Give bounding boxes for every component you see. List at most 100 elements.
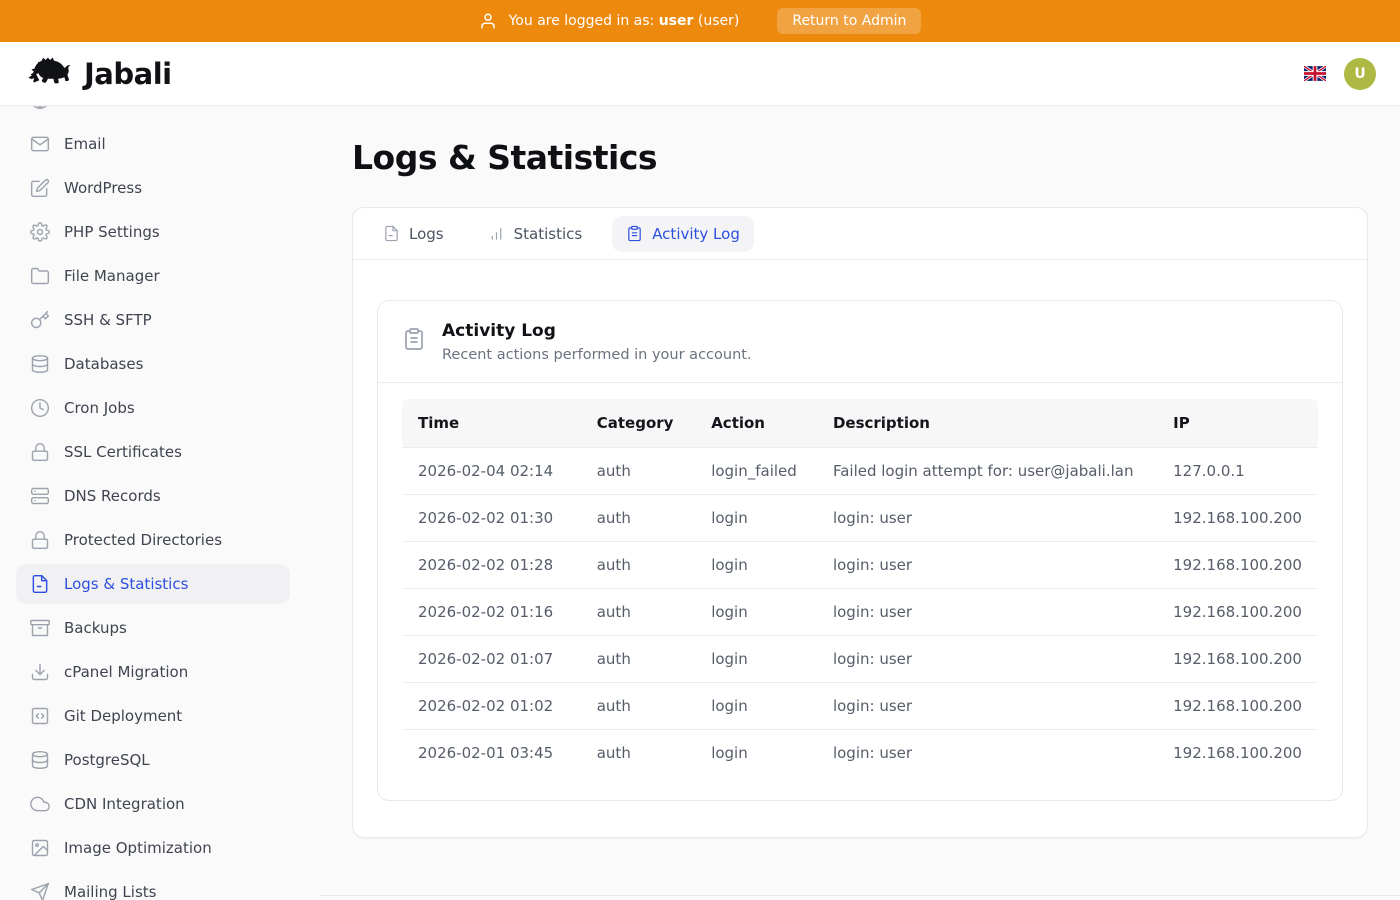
lock-icon [30, 442, 50, 462]
table-row: 2026-02-02 01:02authloginlogin: user192.… [402, 683, 1318, 730]
column-header-description: Description [817, 399, 1157, 448]
sidebar-item-label: Git Deployment [64, 707, 182, 725]
file-text-icon [383, 225, 400, 242]
tab-label: Logs [409, 225, 444, 243]
sidebar-item-ssl-certificates[interactable]: SSL Certificates [16, 432, 290, 472]
sidebar-item-label: File Manager [64, 267, 160, 285]
uk-flag-icon[interactable] [1304, 66, 1326, 81]
sidebar-item-label: Image Optimization [64, 839, 212, 857]
return-to-admin-button[interactable]: Return to Admin [777, 8, 921, 34]
sidebar-item-label: Backups [64, 619, 127, 637]
cell-time: 2026-02-02 01:16 [402, 589, 581, 636]
cell-description: login: user [817, 589, 1157, 636]
logs-card: LogsStatisticsActivity Log Activity Log … [352, 207, 1368, 838]
sidebar-item-dns-records[interactable]: DNS Records [16, 476, 290, 516]
sidebar-item-label: CDN Integration [64, 795, 185, 813]
file-text-icon [30, 574, 50, 594]
sidebar-item-logs-statistics[interactable]: Logs & Statistics [16, 564, 290, 604]
bar-chart-icon [488, 225, 505, 242]
sidebar-item-label: PostgreSQL [64, 751, 150, 769]
sidebar-item-label: Email [64, 135, 106, 153]
table-row: 2026-02-02 01:30authloginlogin: user192.… [402, 495, 1318, 542]
cell-description: login: user [817, 495, 1157, 542]
database-icon [30, 750, 50, 770]
brand-logo[interactable]: Jabali [26, 54, 172, 94]
cell-time: 2026-02-04 02:14 [402, 448, 581, 495]
cell-action: login [695, 495, 817, 542]
cell-time: 2026-02-01 03:45 [402, 730, 581, 777]
cell-category: auth [581, 495, 695, 542]
table-row: 2026-02-04 02:14authlogin_failedFailed l… [402, 448, 1318, 495]
avatar[interactable]: U [1344, 58, 1376, 90]
cell-category: auth [581, 636, 695, 683]
sidebar-item-postgresql[interactable]: PostgreSQL [16, 740, 290, 780]
tab-bar: Logs Statistics Activity Log [353, 208, 1367, 260]
image-icon [30, 838, 50, 858]
sidebar-item-php-settings[interactable]: PHP Settings [16, 212, 290, 252]
clock-icon [30, 398, 50, 418]
sidebar-item-git-deployment[interactable]: Git Deployment [16, 696, 290, 736]
cell-description: login: user [817, 636, 1157, 683]
tab-statistics[interactable]: Statistics [474, 216, 597, 252]
cell-description: login: user [817, 542, 1157, 589]
sidebar-item-hidden-item[interactable] [16, 106, 290, 120]
sidebar-item-label: Databases [64, 355, 143, 373]
user-icon [479, 12, 497, 30]
mail-icon [30, 134, 50, 154]
cell-category: auth [581, 448, 695, 495]
cell-time: 2026-02-02 01:30 [402, 495, 581, 542]
edit-icon [30, 178, 50, 198]
cell-time: 2026-02-02 01:28 [402, 542, 581, 589]
table-row: 2026-02-02 01:07authloginlogin: user192.… [402, 636, 1318, 683]
sidebar-item-protected-directories[interactable]: Protected Directories [16, 520, 290, 560]
sidebar-item-label: DNS Records [64, 487, 161, 505]
database-icon [30, 354, 50, 374]
cell-time: 2026-02-02 01:02 [402, 683, 581, 730]
sidebar-item-label: Protected Directories [64, 531, 222, 549]
sidebar-item-label: cPanel Migration [64, 663, 188, 681]
cell-action: login [695, 589, 817, 636]
activity-log-table: TimeCategoryActionDescriptionIP 2026-02-… [402, 399, 1318, 776]
sidebar-item-cpanel-migration[interactable]: cPanel Migration [16, 652, 290, 692]
lock-icon [30, 530, 50, 550]
cell-action: login_failed [695, 448, 817, 495]
panel-title: Activity Log [442, 321, 752, 341]
download-icon [30, 662, 50, 682]
sidebar-item-file-manager[interactable]: File Manager [16, 256, 290, 296]
cell-action: login [695, 730, 817, 777]
sidebar-item-cdn-integration[interactable]: CDN Integration [16, 784, 290, 824]
cell-category: auth [581, 683, 695, 730]
sidebar-item-label: Logs & Statistics [64, 575, 188, 593]
tab-activity-log[interactable]: Activity Log [612, 216, 754, 252]
cell-category: auth [581, 542, 695, 589]
sidebar-item-email[interactable]: Email [16, 124, 290, 164]
sidebar-item-label: Mailing Lists [64, 883, 156, 900]
sidebar-item-backups[interactable]: Backups [16, 608, 290, 648]
sidebar-item-databases[interactable]: Databases [16, 344, 290, 384]
sidebar-item-wordpress[interactable]: WordPress [16, 168, 290, 208]
sidebar-item-cron-jobs[interactable]: Cron Jobs [16, 388, 290, 428]
brand-name: Jabali [84, 57, 172, 91]
server-icon [30, 486, 50, 506]
tab-logs[interactable]: Logs [369, 216, 458, 252]
cell-ip: 192.168.100.200 [1157, 542, 1318, 589]
tab-label: Activity Log [652, 225, 740, 243]
cell-description: Failed login attempt for: user@jabali.la… [817, 448, 1157, 495]
tab-label: Statistics [514, 225, 583, 243]
table-header-row: TimeCategoryActionDescriptionIP [402, 399, 1318, 448]
sidebar-item-ssh-sftp[interactable]: SSH & SFTP [16, 300, 290, 340]
sidebar-item-image-optimization[interactable]: Image Optimization [16, 828, 290, 868]
cell-time: 2026-02-02 01:07 [402, 636, 581, 683]
cell-ip: 192.168.100.200 [1157, 495, 1318, 542]
column-header-category: Category [581, 399, 695, 448]
clipboard-icon [626, 225, 643, 242]
app-header: Jabali U [0, 42, 1400, 106]
sidebar-item-label: SSL Certificates [64, 443, 182, 461]
cell-description: login: user [817, 730, 1157, 777]
code-icon [30, 706, 50, 726]
panel-subtitle: Recent actions performed in your account… [442, 347, 752, 363]
sidebar-item-mailing-lists[interactable]: Mailing Lists [16, 872, 290, 900]
footer-divider [320, 895, 1400, 900]
cell-ip: 192.168.100.200 [1157, 589, 1318, 636]
table-row: 2026-02-02 01:28authloginlogin: user192.… [402, 542, 1318, 589]
